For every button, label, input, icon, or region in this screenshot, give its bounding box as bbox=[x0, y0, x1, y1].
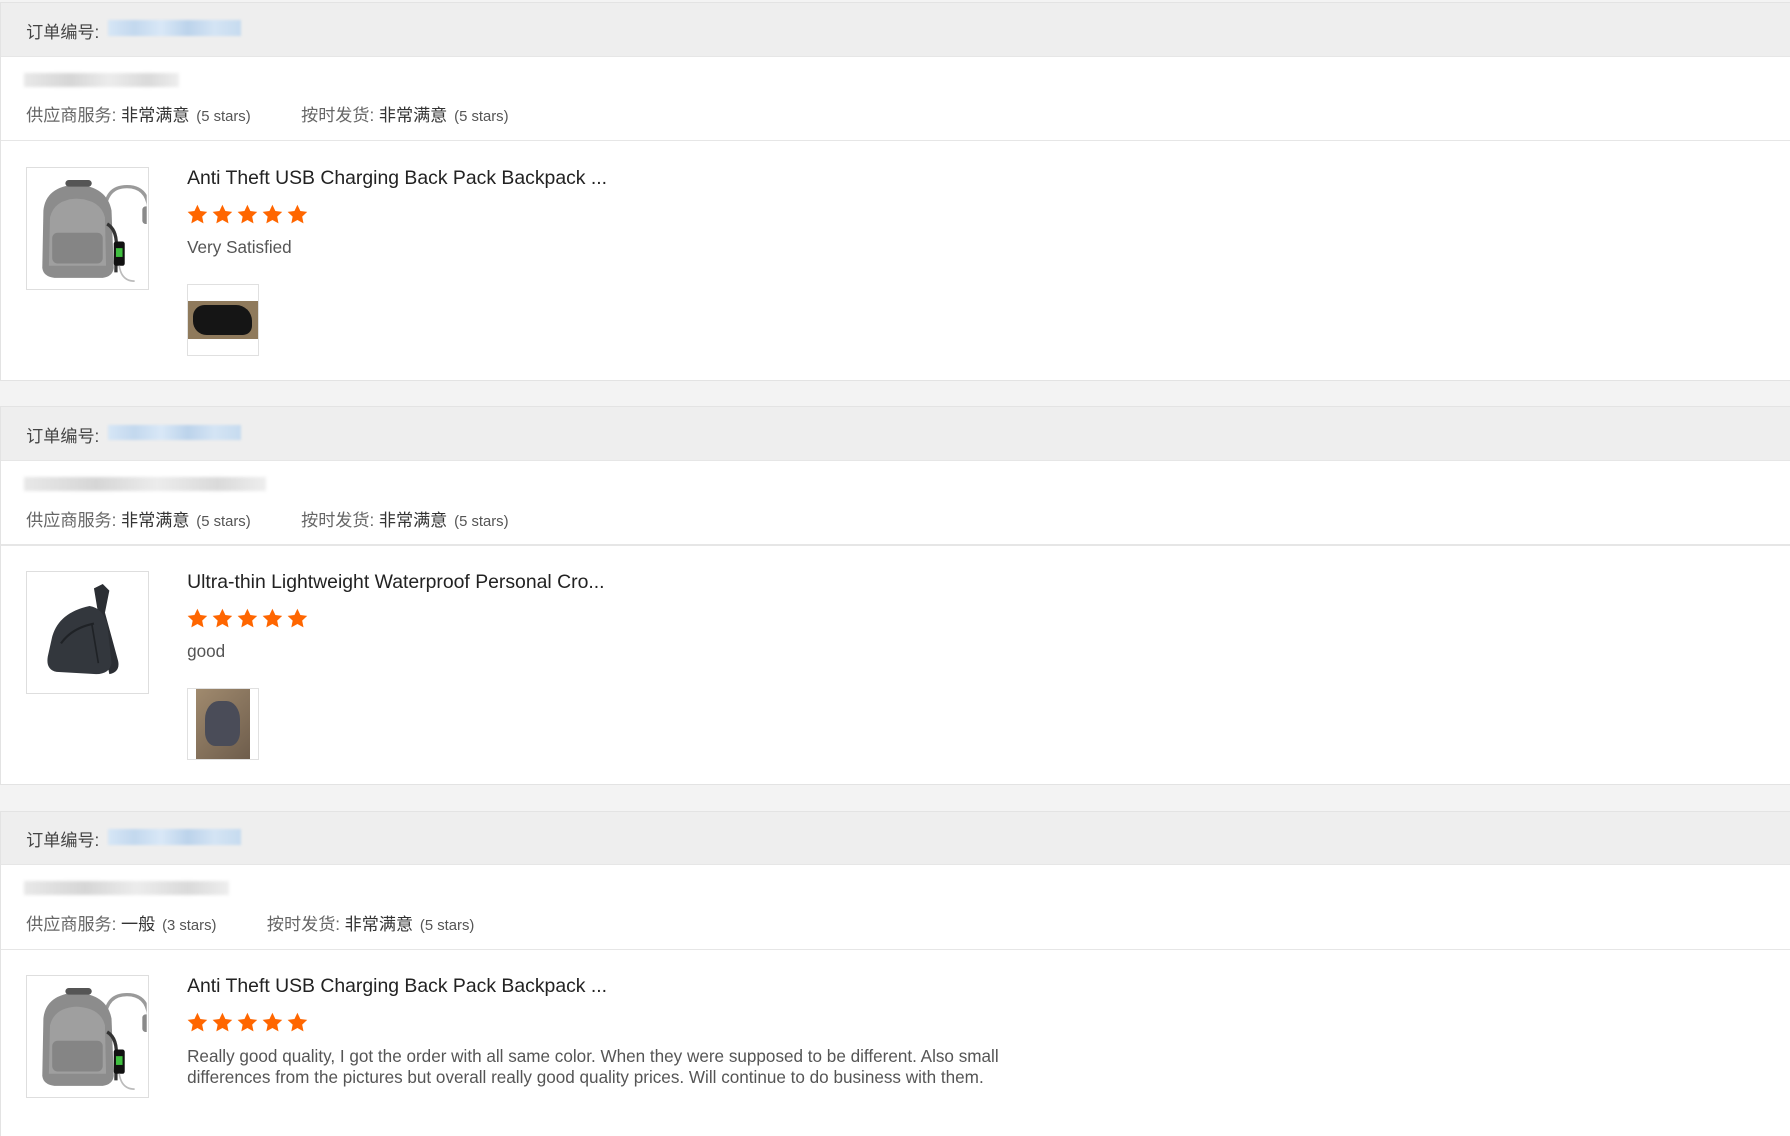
star-icon bbox=[236, 607, 259, 630]
seller-ratings: 供应商服务: 非常满意 (5 stars) 按时发货: 非常满意 (5 stars) bbox=[26, 101, 554, 126]
order-card: 订单编号: 供应商服务: 非常满意 (5 stars) 按时发货: 非常满意 (5 st… bbox=[0, 2, 1790, 382]
star-icon bbox=[211, 607, 234, 630]
star-icon bbox=[261, 1011, 284, 1034]
product-rating-stars bbox=[186, 1011, 309, 1034]
review-text: Really good quality, I got the order wit… bbox=[187, 1046, 999, 1088]
divider bbox=[1, 544, 1790, 546]
star-icon bbox=[186, 607, 209, 630]
on-time-shipping-label: 按时发货: bbox=[301, 106, 375, 126]
backpack-icon bbox=[28, 977, 147, 1096]
product-title[interactable]: Anti Theft USB Charging Back Pack Backpa… bbox=[187, 975, 607, 998]
product-image[interactable] bbox=[26, 570, 150, 694]
review-photo[interactable] bbox=[187, 284, 259, 357]
photo-image bbox=[188, 300, 258, 340]
on-time-shipping-stars: (5 stars) bbox=[454, 109, 509, 126]
on-time-shipping-value: 非常满意 bbox=[378, 106, 448, 126]
supplier-service-stars: (5 stars) bbox=[196, 109, 251, 126]
order-number-link[interactable] bbox=[108, 828, 241, 845]
product-image[interactable] bbox=[26, 166, 150, 290]
star-icon bbox=[286, 203, 309, 226]
divider bbox=[1, 140, 1790, 142]
order-number-link[interactable] bbox=[108, 20, 241, 37]
supplier-service-stars: (3 stars) bbox=[162, 917, 217, 934]
product-title[interactable]: Ultra-thin Lightweight Waterproof Person… bbox=[187, 571, 604, 594]
order-header: 订单编号: bbox=[1, 3, 1790, 57]
order-card: 订单编号: 供应商服务: 非常满意 (5 stars) 按时发货: 非常满意 (5 st… bbox=[0, 406, 1790, 786]
order-card: 订单编号: 供应商服务: 一般 (3 stars) 按时发货: 非常满意 (5 star… bbox=[0, 810, 1790, 1136]
supplier-service-stars: (5 stars) bbox=[196, 513, 251, 530]
star-icon bbox=[236, 203, 259, 226]
reviews-page: 订单编号: 供应商服务: 非常满意 (5 stars) 按时发货: 非常满意 (5 st… bbox=[0, 0, 1790, 1136]
product-rating-stars bbox=[186, 203, 309, 226]
on-time-shipping-label: 按时发货: bbox=[266, 914, 341, 934]
redacted-text bbox=[23, 881, 230, 895]
supplier-service-rating: 供应商服务: 非常满意 (5 stars) bbox=[26, 506, 251, 531]
star-icon bbox=[261, 607, 284, 630]
supplier-service-value: 非常满意 bbox=[120, 510, 190, 530]
backpack-icon bbox=[28, 169, 147, 288]
on-time-shipping-value: 非常满意 bbox=[344, 914, 414, 934]
redacted-text bbox=[23, 477, 266, 491]
on-time-shipping-rating: 按时发货: 非常满意 (5 stars) bbox=[301, 101, 508, 126]
seller-ratings: 供应商服务: 非常满意 (5 stars) 按时发货: 非常满意 (5 stars) bbox=[26, 506, 554, 531]
order-number-link[interactable] bbox=[108, 424, 241, 441]
supplier-service-value: 一般 bbox=[120, 914, 156, 934]
on-time-shipping-stars: (5 stars) bbox=[419, 917, 475, 934]
on-time-shipping-value: 非常满意 bbox=[378, 510, 448, 530]
on-time-shipping-rating: 按时发货: 非常满意 (5 stars) bbox=[301, 506, 508, 531]
divider bbox=[1, 948, 1790, 950]
sling-bag-icon bbox=[28, 573, 147, 692]
order-number-label: 订单编号: bbox=[26, 427, 100, 447]
star-icon bbox=[186, 1011, 209, 1034]
product-title[interactable]: Anti Theft USB Charging Back Pack Backpa… bbox=[187, 167, 607, 190]
star-icon bbox=[211, 1011, 234, 1034]
supplier-service-label: 供应商服务: bbox=[26, 510, 117, 530]
star-icon bbox=[286, 1011, 309, 1034]
supplier-service-value: 非常满意 bbox=[120, 106, 190, 126]
seller-ratings: 供应商服务: 一般 (3 stars) 按时发货: 非常满意 (5 stars) bbox=[26, 910, 520, 935]
supplier-service-label: 供应商服务: bbox=[26, 914, 117, 934]
order-header: 订单编号: bbox=[1, 811, 1790, 866]
supplier-service-rating: 供应商服务: 一般 (3 stars) bbox=[26, 910, 216, 935]
on-time-shipping-stars: (5 stars) bbox=[454, 513, 509, 530]
on-time-shipping-rating: 按时发货: 非常满意 (5 stars) bbox=[267, 910, 474, 935]
star-icon bbox=[261, 203, 284, 226]
review-photo[interactable] bbox=[187, 688, 259, 761]
redacted-text bbox=[23, 72, 180, 87]
order-number-label: 订单编号: bbox=[26, 23, 100, 43]
supplier-service-rating: 供应商服务: 非常满意 (5 stars) bbox=[26, 101, 251, 126]
photo-image bbox=[196, 689, 250, 759]
supplier-service-label: 供应商服务: bbox=[26, 106, 117, 126]
review-text: good bbox=[187, 642, 226, 662]
star-icon bbox=[211, 203, 234, 226]
star-icon bbox=[236, 1011, 259, 1034]
star-icon bbox=[186, 203, 209, 226]
product-image[interactable] bbox=[26, 974, 150, 1099]
on-time-shipping-label: 按时发货: bbox=[301, 510, 375, 530]
product-rating-stars bbox=[186, 607, 309, 630]
star-icon bbox=[286, 607, 309, 630]
review-text: Very Satisfied bbox=[187, 238, 292, 258]
order-header: 订单编号: bbox=[1, 407, 1790, 461]
order-number-label: 订单编号: bbox=[26, 831, 100, 851]
